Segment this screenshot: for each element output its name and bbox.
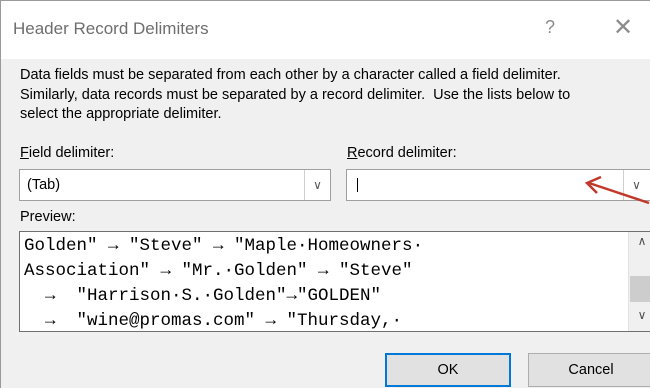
title-bar: Header Record Delimiters ? ✕ bbox=[1, 1, 650, 59]
field-delimiter-combo[interactable]: (Tab) ∨ bbox=[19, 169, 331, 201]
dialog-title: Header Record Delimiters bbox=[13, 19, 209, 38]
preview-scrollbar[interactable]: ∧ ∨ bbox=[628, 232, 650, 331]
description-text: Data fields must be separated from each … bbox=[20, 67, 571, 122]
close-icon[interactable]: ✕ bbox=[613, 13, 633, 42]
text-caret bbox=[357, 178, 358, 192]
field-delimiter-label: Field delimiter: bbox=[20, 145, 114, 161]
preview-label: Preview: bbox=[20, 209, 76, 225]
chevron-down-icon[interactable]: ∨ bbox=[629, 308, 650, 330]
chevron-down-icon[interactable]: ∨ bbox=[304, 170, 330, 200]
preview-line: → "wine@promas.com" → "Thursday,· bbox=[24, 311, 403, 331]
preview-box[interactable]: Golden" → "Steve" → "Maple·Homeowners· A… bbox=[19, 231, 650, 332]
preview-line: Golden" → "Steve" → "Maple·Homeowners· bbox=[24, 236, 424, 256]
field-delimiter-label-text: ield delimiter: bbox=[28, 145, 115, 161]
record-delimiter-mnemonic: R bbox=[347, 145, 358, 161]
record-delimiter-label: Record delimiter: bbox=[347, 145, 457, 161]
ok-button[interactable]: OK bbox=[385, 353, 511, 387]
preview-line: → "Harrison·S.·Golden"→"GOLDEN" bbox=[24, 286, 382, 306]
annotation-arrow-icon bbox=[584, 175, 650, 205]
cancel-button[interactable]: Cancel bbox=[528, 353, 650, 387]
preview-line: Association" → "Mr.·Golden" → "Steve" bbox=[24, 261, 413, 281]
chevron-up-icon[interactable]: ∧ bbox=[629, 234, 650, 256]
help-icon[interactable]: ? bbox=[545, 17, 555, 38]
field-delimiter-value: (Tab) bbox=[27, 177, 61, 193]
header-record-delimiters-dialog: Header Record Delimiters ? ✕ Data fields… bbox=[0, 0, 650, 388]
field-delimiter-mnemonic: F bbox=[20, 145, 29, 161]
scrollbar-thumb[interactable] bbox=[630, 276, 650, 302]
record-delimiter-label-text: ecord delimiter: bbox=[357, 145, 457, 161]
